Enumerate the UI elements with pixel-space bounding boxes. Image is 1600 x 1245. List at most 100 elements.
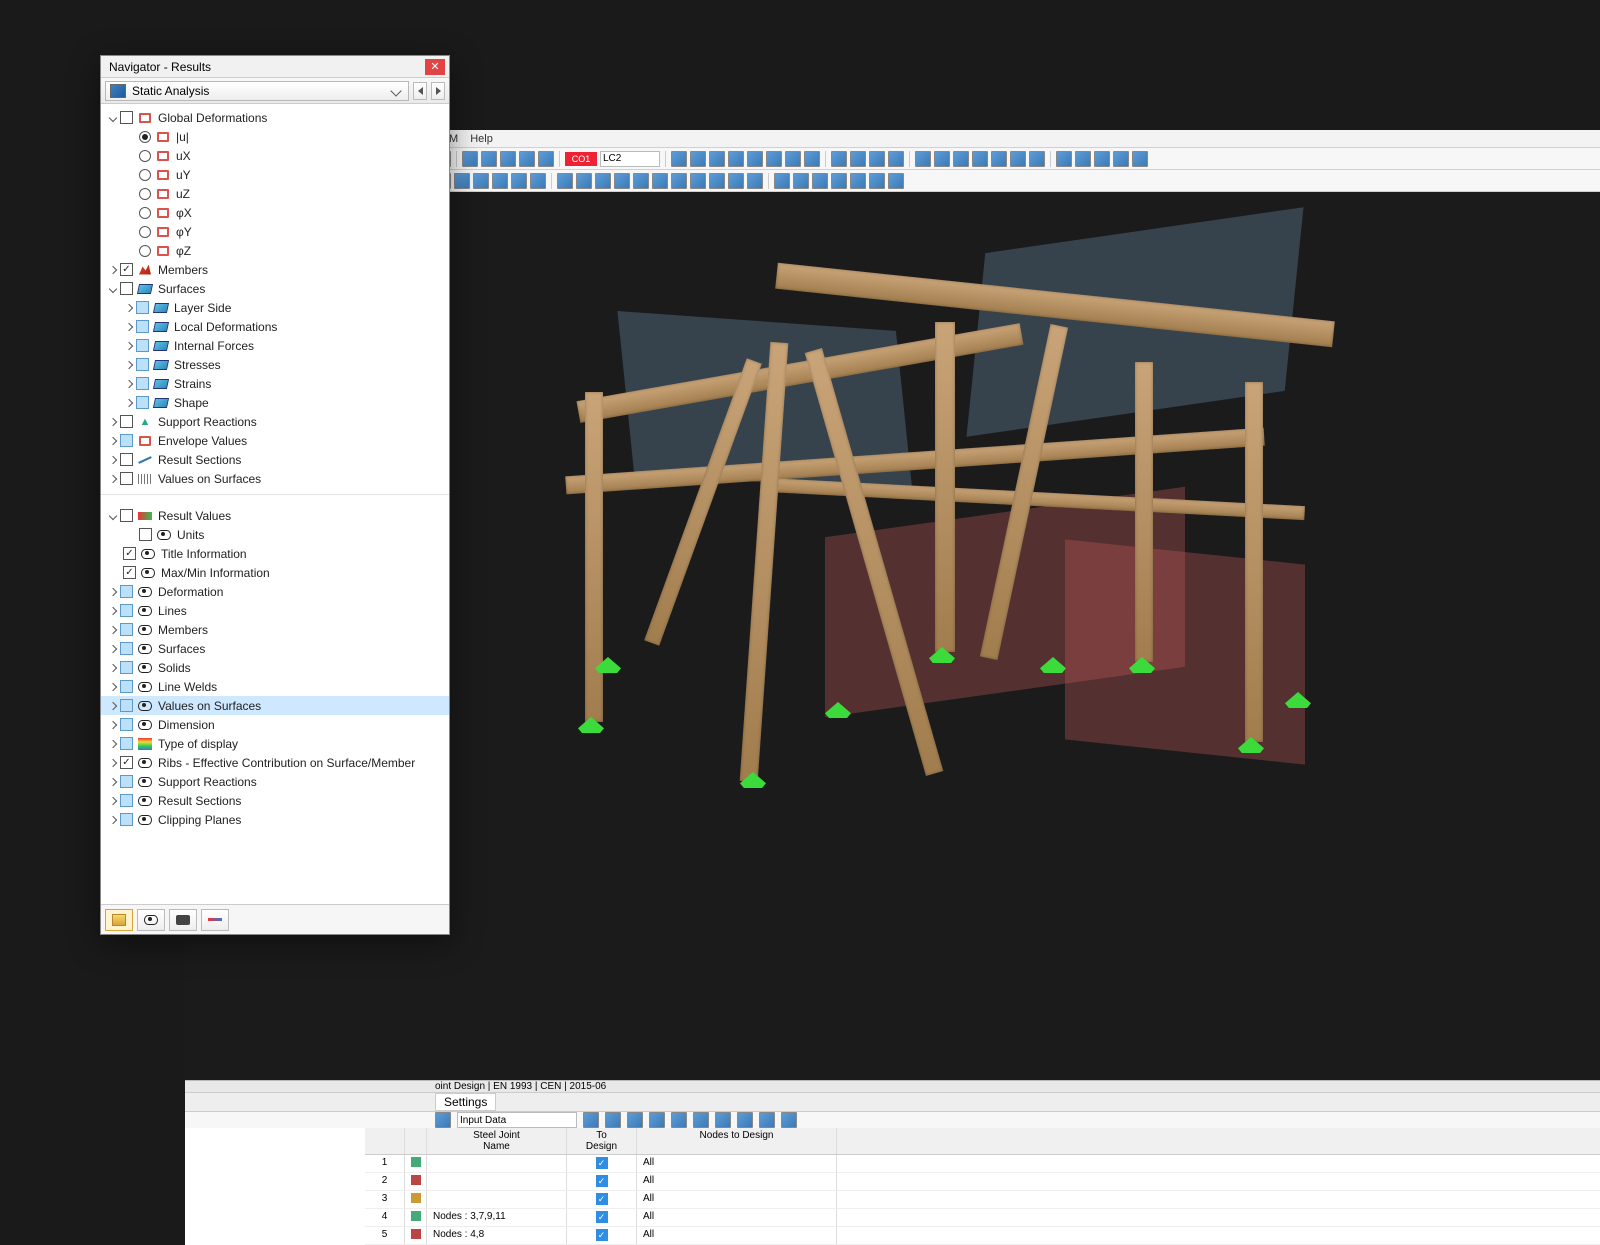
load-case-badge[interactable]: CO1 (565, 152, 597, 166)
checkbox[interactable] (136, 320, 149, 333)
toolbar-icon[interactable] (693, 1112, 709, 1128)
expand-icon[interactable] (107, 473, 118, 484)
toolbar-icon[interactable] (462, 151, 478, 167)
expand-icon[interactable] (107, 643, 118, 654)
expand-icon[interactable] (107, 681, 118, 692)
toolbar-icon[interactable] (595, 173, 611, 189)
tree-item[interactable]: uZ (101, 184, 449, 203)
checkbox[interactable] (136, 377, 149, 390)
tree-item[interactable]: Max/Min Information (101, 563, 449, 582)
row-design-check[interactable]: ✓ (567, 1227, 637, 1244)
checkbox[interactable] (136, 301, 149, 314)
tree-item[interactable]: Support Reactions (101, 772, 449, 791)
toolbar-icon[interactable] (915, 151, 931, 167)
tree-item[interactable]: Dimension (101, 715, 449, 734)
bottom-combo[interactable]: Input Data (457, 1112, 577, 1128)
toolbar-icon[interactable] (530, 173, 546, 189)
toolbar-icon[interactable] (454, 173, 470, 189)
collapse-icon[interactable] (107, 510, 118, 521)
collapse-icon[interactable] (107, 283, 118, 294)
toolbar-icon[interactable] (759, 1112, 775, 1128)
table-row[interactable]: 1✓All (365, 1155, 1600, 1173)
toolbar-icon[interactable] (583, 1112, 599, 1128)
expand-icon[interactable] (107, 586, 118, 597)
tree-item[interactable]: Lines (101, 601, 449, 620)
row-design-check[interactable]: ✓ (567, 1155, 637, 1172)
toolbar-icon[interactable] (785, 151, 801, 167)
tree-item[interactable]: Values on Surfaces (101, 469, 449, 488)
expand-icon[interactable] (123, 340, 134, 351)
expand-icon[interactable] (107, 719, 118, 730)
tree-item[interactable]: Global Deformations (101, 108, 449, 127)
checkbox[interactable] (120, 453, 133, 466)
checkbox[interactable] (120, 661, 133, 674)
prev-button[interactable] (413, 82, 427, 100)
toolbar-icon[interactable] (538, 151, 554, 167)
radio[interactable] (139, 226, 151, 238)
row-design-check[interactable]: ✓ (567, 1173, 637, 1190)
toolbar-icon[interactable] (715, 1112, 731, 1128)
checkbox[interactable] (120, 813, 133, 826)
checkbox[interactable] (136, 358, 149, 371)
checkbox[interactable] (120, 415, 133, 428)
toolbar-icon[interactable] (850, 151, 866, 167)
checkbox[interactable] (120, 282, 133, 295)
checkbox[interactable] (120, 472, 133, 485)
checkbox[interactable] (120, 509, 133, 522)
toolbar-icon[interactable] (781, 1112, 797, 1128)
toolbar-icon[interactable] (671, 151, 687, 167)
expand-icon[interactable] (107, 814, 118, 825)
tree-item[interactable]: Values on Surfaces (101, 696, 449, 715)
radio[interactable] (139, 188, 151, 200)
toolbar-icon[interactable] (511, 173, 527, 189)
tree-item[interactable]: Result Values (101, 506, 449, 525)
expand-icon[interactable] (123, 321, 134, 332)
tree-item[interactable]: Type of display (101, 734, 449, 753)
table-row[interactable]: 5Nodes : 4,8✓All (365, 1227, 1600, 1245)
checkbox[interactable] (120, 737, 133, 750)
checkbox[interactable] (120, 775, 133, 788)
tree-item[interactable]: Shape (101, 393, 449, 412)
checkbox[interactable] (120, 585, 133, 598)
bottom-tab[interactable]: Settings (435, 1093, 496, 1111)
expand-icon[interactable] (107, 662, 118, 673)
expand-icon[interactable] (107, 416, 118, 427)
close-button[interactable]: ✕ (425, 59, 445, 75)
expand-icon[interactable] (107, 776, 118, 787)
toolbar-icon[interactable] (869, 151, 885, 167)
tree-item[interactable]: Local Deformations (101, 317, 449, 336)
toolbar-icon[interactable] (671, 1112, 687, 1128)
toolbar-icon[interactable] (869, 173, 885, 189)
toolbar-icon[interactable] (690, 151, 706, 167)
expand-icon[interactable] (107, 795, 118, 806)
toolbar-icon[interactable] (747, 173, 763, 189)
tree-item[interactable]: Support Reactions (101, 412, 449, 431)
tree-item[interactable]: |u| (101, 127, 449, 146)
toolbar-icon[interactable] (774, 173, 790, 189)
toolbar-icon[interactable] (1029, 151, 1045, 167)
tree-item[interactable]: Layer Side (101, 298, 449, 317)
footer-tab-display[interactable] (105, 909, 133, 931)
toolbar-icon[interactable] (627, 1112, 643, 1128)
checkbox[interactable] (136, 339, 149, 352)
tree-item[interactable]: Clipping Planes (101, 810, 449, 829)
toolbar-icon[interactable] (831, 151, 847, 167)
toolbar-icon[interactable] (671, 173, 687, 189)
toolbar-icon[interactable] (576, 173, 592, 189)
toolbar-icon[interactable] (709, 151, 725, 167)
toolbar-icon[interactable] (804, 151, 820, 167)
collapse-icon[interactable] (107, 112, 118, 123)
tree-item[interactable]: Internal Forces (101, 336, 449, 355)
toolbar-icon[interactable] (605, 1112, 621, 1128)
checkbox[interactable] (123, 566, 136, 579)
toolbar-icon[interactable] (1113, 151, 1129, 167)
toolbar-icon[interactable] (435, 1112, 451, 1128)
tree-item[interactable]: φY (101, 222, 449, 241)
toolbar-icon[interactable] (1132, 151, 1148, 167)
toolbar-icon[interactable] (953, 151, 969, 167)
checkbox[interactable] (120, 604, 133, 617)
tree-item[interactable]: φX (101, 203, 449, 222)
checkbox[interactable] (120, 434, 133, 447)
toolbar-icon[interactable] (519, 151, 535, 167)
radio[interactable] (139, 131, 151, 143)
